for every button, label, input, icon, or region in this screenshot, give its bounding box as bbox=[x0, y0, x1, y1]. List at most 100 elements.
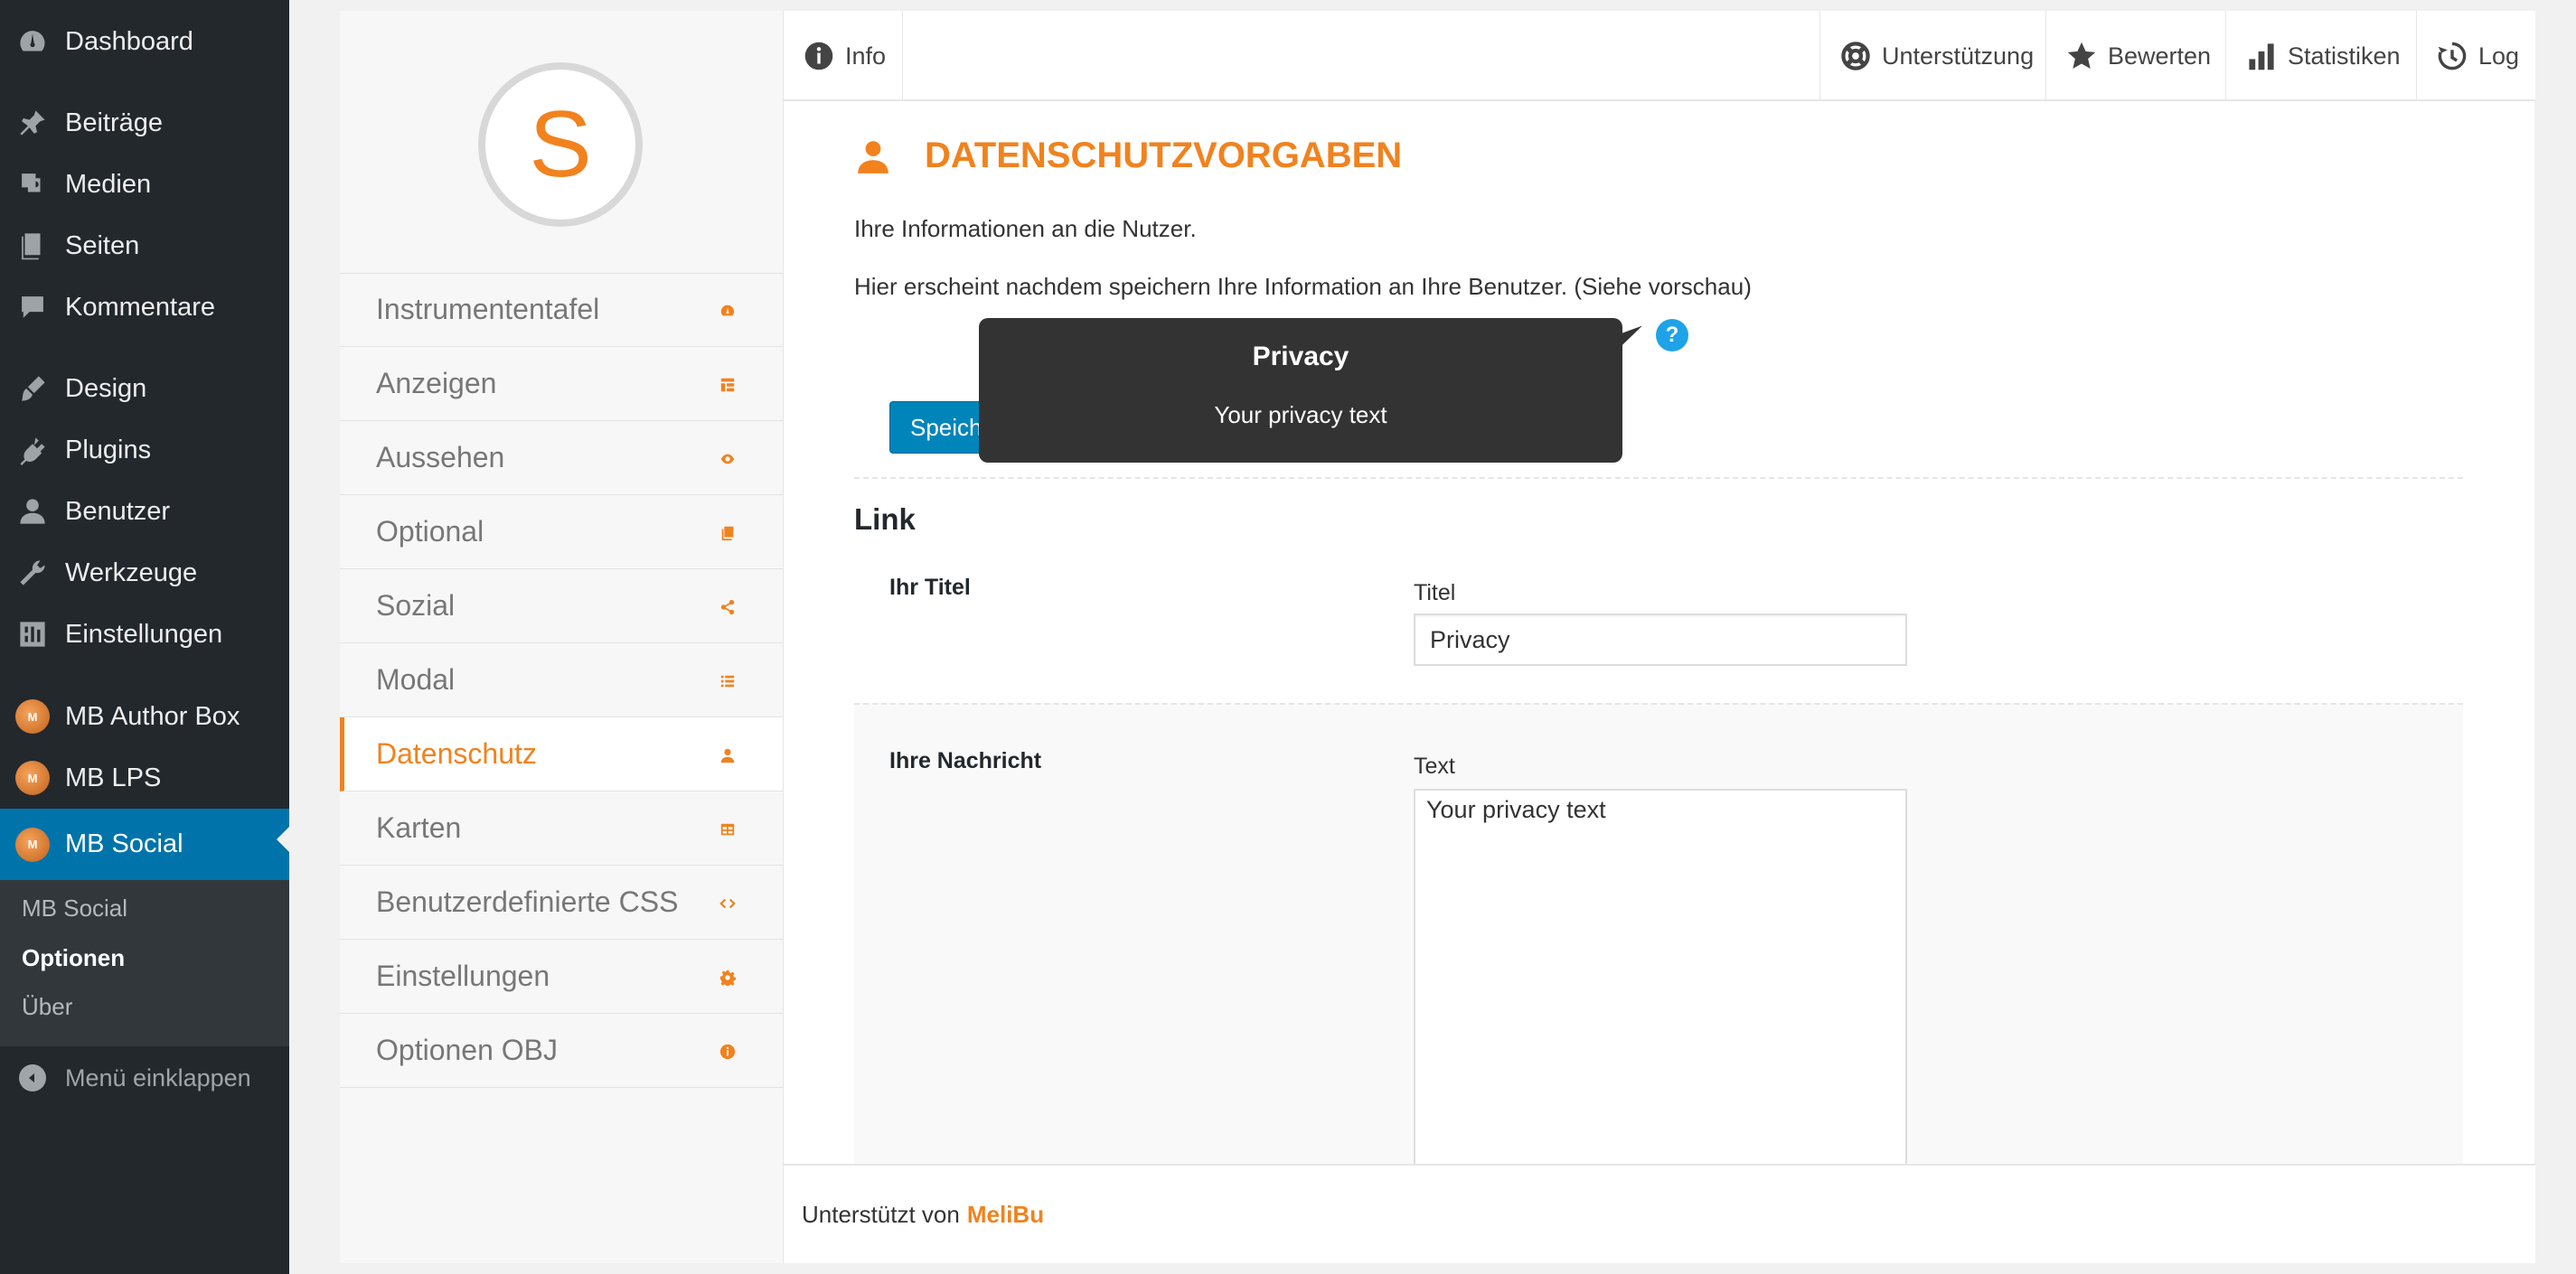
code-icon bbox=[719, 898, 736, 909]
wp-menu-dashboard[interactable]: Dashboard bbox=[0, 11, 289, 72]
media-icon bbox=[0, 169, 65, 200]
plugin-nav-benutzerdefinierte-css[interactable]: Benutzerdefinierte CSS bbox=[340, 866, 783, 940]
wp-menu-tools[interactable]: Werkzeuge bbox=[0, 542, 289, 604]
wp-menu-posts[interactable]: Beiträge bbox=[0, 92, 289, 154]
mb-logo-icon: M bbox=[0, 761, 65, 795]
wp-menu-label: MB Social bbox=[65, 829, 183, 858]
lifebuoy-icon bbox=[1841, 42, 1870, 70]
tab-label: Unterstützung bbox=[1882, 42, 2035, 70]
settings-icon bbox=[0, 619, 65, 650]
collapse-menu-button[interactable]: Menü einklappen bbox=[0, 1048, 289, 1108]
plugin-nav-optional[interactable]: Optional bbox=[340, 495, 783, 569]
pin-icon bbox=[0, 108, 65, 138]
plugin-nav-sozial[interactable]: Sozial bbox=[340, 569, 783, 643]
text-textarea[interactable]: Your privacy text bbox=[1414, 789, 1907, 1177]
plugin-nav-datenschutz[interactable]: Datenschutz bbox=[340, 717, 783, 792]
wp-menu-design[interactable]: Design bbox=[0, 358, 289, 419]
submenu-item-mb-social[interactable]: MB Social bbox=[22, 895, 127, 923]
pages-icon bbox=[0, 230, 65, 261]
plugin-sidebar: S Instrumententafel Anzeigen Aussehen Op… bbox=[340, 11, 783, 1263]
page-title: DATENSCHUTZVORGABEN bbox=[925, 136, 1403, 175]
wp-menu-label: Einstellungen bbox=[65, 619, 223, 649]
wp-menu-mb-social[interactable]: M MB Social bbox=[0, 809, 289, 880]
eye-icon bbox=[720, 454, 735, 464]
tab-support[interactable]: Unterstützung bbox=[1820, 11, 2054, 101]
title-input[interactable] bbox=[1414, 614, 1907, 666]
footer: Unterstützt von MeliBu bbox=[784, 1164, 2535, 1263]
gear-icon bbox=[719, 970, 736, 986]
wp-menu-mb-lps[interactable]: M MB LPS bbox=[0, 747, 289, 809]
wp-menu-mb-author-box[interactable]: M MB Author Box bbox=[0, 686, 289, 747]
info-icon bbox=[719, 1044, 736, 1060]
plugin-nav-karten[interactable]: Karten bbox=[340, 792, 783, 866]
share-icon bbox=[720, 599, 735, 615]
help-icon[interactable]: ? bbox=[1656, 319, 1688, 351]
wp-menu-label: Werkzeuge bbox=[65, 557, 198, 587]
wp-menu-settings[interactable]: Einstellungen bbox=[0, 604, 289, 665]
tab-log[interactable]: Log bbox=[2417, 11, 2539, 101]
plugin-nav-label: Modal bbox=[376, 663, 456, 696]
divider bbox=[902, 11, 903, 101]
mb-logo-icon: M bbox=[0, 699, 65, 734]
wp-menu-users[interactable]: Benutzer bbox=[0, 481, 289, 542]
footer-brand-link[interactable]: MeliBu bbox=[967, 1201, 1044, 1229]
link-heading: Link bbox=[854, 502, 916, 536]
wp-menu-plugins[interactable]: Plugins bbox=[0, 419, 289, 481]
section-description: Hier erscheint nachdem speichern Ihre In… bbox=[854, 273, 1752, 300]
plugin-nav-modal[interactable]: Modal bbox=[340, 643, 783, 717]
table-icon bbox=[720, 823, 735, 836]
user-icon bbox=[720, 748, 735, 763]
wp-menu-label: Plugins bbox=[65, 435, 152, 464]
plugin-icon bbox=[0, 435, 65, 465]
info-icon bbox=[804, 42, 833, 70]
title-field-label: Titel bbox=[1414, 580, 1456, 605]
plugin-nav-aussehen[interactable]: Aussehen bbox=[340, 421, 783, 495]
wp-admin-menu: Dashboard Beiträge Medien Seiten Komment… bbox=[0, 0, 289, 1274]
plugin-nav-anzeigen[interactable]: Anzeigen bbox=[340, 347, 783, 421]
wp-menu-label: MB Author Box bbox=[65, 701, 240, 731]
plugin-nav-label: Anzeigen bbox=[376, 367, 497, 399]
wp-menu-label: Medien bbox=[65, 169, 152, 199]
tooltip-title: Privacy bbox=[1252, 342, 1349, 371]
submenu-item-optionen[interactable]: Optionen bbox=[22, 944, 125, 972]
section-heading: DATENSCHUTZVORGABEN bbox=[854, 136, 1402, 176]
wp-menu-label: Beiträge bbox=[65, 108, 164, 137]
plugin-nav-einstellungen[interactable]: Einstellungen bbox=[340, 940, 783, 1014]
plugin-nav-label: Benutzerdefinierte CSS bbox=[376, 885, 679, 918]
brush-icon bbox=[0, 373, 65, 404]
plugin-nav-label: Einstellungen bbox=[376, 960, 550, 992]
plugin-nav-instrumententafel[interactable]: Instrumententafel bbox=[340, 273, 783, 347]
plugin-nav-label: Optionen OBJ bbox=[376, 1034, 558, 1066]
top-toolbar: Info Unterstützung Bewerten Statistiken … bbox=[784, 11, 2535, 101]
wp-menu-label: Seiten bbox=[65, 230, 140, 260]
layout-icon bbox=[720, 378, 735, 392]
title-row-label: Ihr Titel bbox=[889, 575, 971, 600]
wp-menu-label: Benutzer bbox=[65, 496, 171, 526]
tab-label: Bewerten bbox=[2108, 42, 2212, 70]
history-icon bbox=[2438, 42, 2467, 70]
message-row-label: Ihre Nachricht bbox=[889, 748, 1042, 773]
plugin-nav-label: Datenschutz bbox=[376, 737, 537, 770]
section-intro: Ihre Informationen an die Nutzer. bbox=[854, 215, 1197, 242]
wp-menu-media[interactable]: Medien bbox=[0, 154, 289, 215]
wp-menu-label: MB LPS bbox=[65, 763, 162, 792]
collapse-label: Menü einklappen bbox=[65, 1063, 251, 1091]
plugin-nav-optionen-obj[interactable]: Optionen OBJ bbox=[340, 1014, 783, 1088]
wp-submenu: MB Social Optionen Über bbox=[0, 880, 289, 1046]
main-panel: Info Unterstützung Bewerten Statistiken … bbox=[783, 11, 2535, 1263]
wp-menu-pages[interactable]: Seiten bbox=[0, 215, 289, 276]
star-icon bbox=[2067, 42, 2096, 69]
submenu-item-ueber[interactable]: Über bbox=[22, 993, 72, 1021]
tab-label: Statistiken bbox=[2288, 42, 2401, 70]
mb-logo-icon: M bbox=[0, 827, 65, 862]
footer-text: Unterstützt von bbox=[802, 1200, 960, 1228]
tab-rate[interactable]: Bewerten bbox=[2046, 11, 2231, 101]
list-icon bbox=[720, 675, 735, 688]
tab-statistics[interactable]: Statistiken bbox=[2226, 11, 2421, 101]
plugin-nav-label: Karten bbox=[376, 811, 462, 844]
tab-label: Log bbox=[2478, 42, 2520, 70]
dashboard-icon bbox=[0, 26, 65, 57]
preview-tooltip: Privacy Your privacy text bbox=[979, 318, 1622, 463]
wp-menu-comments[interactable]: Kommentare bbox=[0, 276, 289, 338]
tab-info[interactable]: Info bbox=[784, 11, 906, 101]
